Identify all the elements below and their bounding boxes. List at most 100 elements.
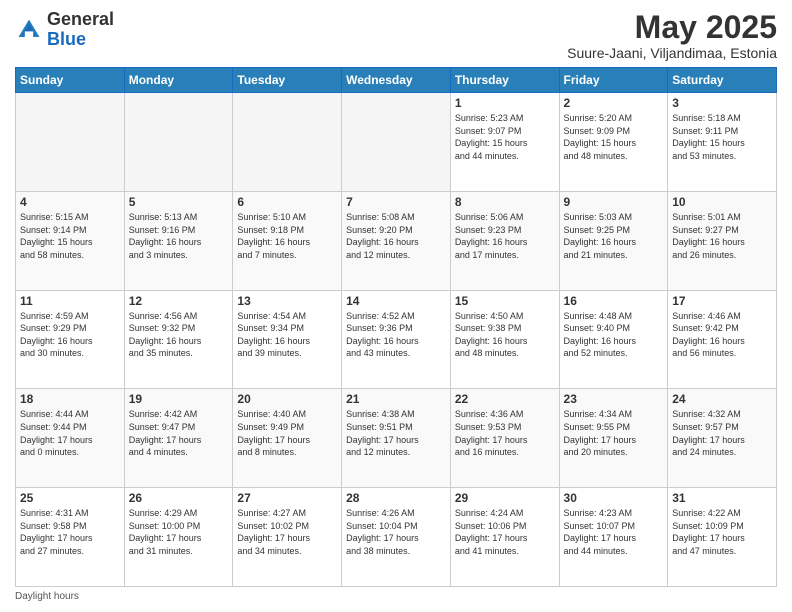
day-number: 5 <box>129 195 229 209</box>
calendar-day-cell: 3 Sunrise: 5:18 AM Sunset: 9:11 PM Daylig… <box>668 93 777 192</box>
calendar-day-cell <box>342 93 451 192</box>
day-info: Sunrise: 4:23 AM Sunset: 10:07 PM Daylig… <box>564 507 664 557</box>
day-number: 29 <box>455 491 555 505</box>
calendar-day-cell: 17 Sunrise: 4:46 AM Sunset: 9:42 PM Dayli… <box>668 290 777 389</box>
day-number: 22 <box>455 392 555 406</box>
day-number: 14 <box>346 294 446 308</box>
logo-icon <box>15 16 43 44</box>
day-number: 4 <box>20 195 120 209</box>
calendar-day-header: Wednesday <box>342 68 451 93</box>
day-number: 17 <box>672 294 772 308</box>
day-number: 20 <box>237 392 337 406</box>
day-number: 1 <box>455 96 555 110</box>
calendar-week-row: 1 Sunrise: 5:23 AM Sunset: 9:07 PM Daylig… <box>16 93 777 192</box>
day-info: Sunrise: 5:15 AM Sunset: 9:14 PM Dayligh… <box>20 211 120 261</box>
calendar-day-cell: 14Sunrise: 4:52 AM Sunset: 9:36 PM Dayli… <box>342 290 451 389</box>
day-info: Sunrise: 5:01 AM Sunset: 9:27 PM Dayligh… <box>672 211 772 261</box>
day-number: 31 <box>672 491 772 505</box>
day-info: Sunrise: 4:50 AM Sunset: 9:38 PM Dayligh… <box>455 310 555 360</box>
day-info: Sunrise: 4:22 AM Sunset: 10:09 PM Daylig… <box>672 507 772 557</box>
subtitle: Suure-Jaani, Viljandimaa, Estonia <box>567 45 777 61</box>
day-number: 16 <box>564 294 664 308</box>
day-info: Sunrise: 5:03 AM Sunset: 9:25 PM Dayligh… <box>564 211 664 261</box>
day-number: 13 <box>237 294 337 308</box>
calendar-day-cell: 4 Sunrise: 5:15 AM Sunset: 9:14 PM Daylig… <box>16 191 125 290</box>
calendar-day-cell <box>233 93 342 192</box>
day-number: 15 <box>455 294 555 308</box>
logo: General Blue <box>15 10 114 50</box>
calendar-day-cell: 20Sunrise: 4:40 AM Sunset: 9:49 PM Dayli… <box>233 389 342 488</box>
day-info: Sunrise: 4:38 AM Sunset: 9:51 PM Dayligh… <box>346 408 446 458</box>
calendar-day-cell: 18 Sunrise: 4:44 AM Sunset: 9:44 PM Dayli… <box>16 389 125 488</box>
day-number: 9 <box>564 195 664 209</box>
day-info: Sunrise: 4:54 AM Sunset: 9:34 PM Dayligh… <box>237 310 337 360</box>
day-info: Sunrise: 4:26 AM Sunset: 10:04 PM Daylig… <box>346 507 446 557</box>
header: General Blue May 2025 Suure-Jaani, Vilja… <box>15 10 777 61</box>
calendar-day-cell: 9 Sunrise: 5:03 AM Sunset: 9:25 PM Daylig… <box>559 191 668 290</box>
day-info: Sunrise: 4:44 AM Sunset: 9:44 PM Dayligh… <box>20 408 120 458</box>
month-title: May 2025 <box>567 10 777 45</box>
day-info: Sunrise: 4:59 AM Sunset: 9:29 PM Dayligh… <box>20 310 120 360</box>
calendar-day-cell: 1 Sunrise: 5:23 AM Sunset: 9:07 PM Daylig… <box>450 93 559 192</box>
day-number: 18 <box>20 392 120 406</box>
calendar-day-cell: 30 Sunrise: 4:23 AM Sunset: 10:07 PM Dayl… <box>559 488 668 587</box>
calendar-day-cell: 5Sunrise: 5:13 AM Sunset: 9:16 PM Daylig… <box>124 191 233 290</box>
calendar-day-cell: 25 Sunrise: 4:31 AM Sunset: 9:58 PM Dayli… <box>16 488 125 587</box>
day-info: Sunrise: 4:34 AM Sunset: 9:55 PM Dayligh… <box>564 408 664 458</box>
logo-text: General Blue <box>47 10 114 50</box>
day-info: Sunrise: 4:31 AM Sunset: 9:58 PM Dayligh… <box>20 507 120 557</box>
day-number: 3 <box>672 96 772 110</box>
calendar-day-cell: 15 Sunrise: 4:50 AM Sunset: 9:38 PM Dayli… <box>450 290 559 389</box>
calendar-week-row: 4 Sunrise: 5:15 AM Sunset: 9:14 PM Daylig… <box>16 191 777 290</box>
footer-note: Daylight hours <box>15 591 777 602</box>
day-info: Sunrise: 4:42 AM Sunset: 9:47 PM Dayligh… <box>129 408 229 458</box>
day-info: Sunrise: 4:24 AM Sunset: 10:06 PM Daylig… <box>455 507 555 557</box>
day-number: 7 <box>346 195 446 209</box>
calendar-day-header: Saturday <box>668 68 777 93</box>
day-info: Sunrise: 5:23 AM Sunset: 9:07 PM Dayligh… <box>455 112 555 162</box>
day-info: Sunrise: 4:56 AM Sunset: 9:32 PM Dayligh… <box>129 310 229 360</box>
day-info: Sunrise: 5:10 AM Sunset: 9:18 PM Dayligh… <box>237 211 337 261</box>
day-info: Sunrise: 5:06 AM Sunset: 9:23 PM Dayligh… <box>455 211 555 261</box>
day-info: Sunrise: 4:48 AM Sunset: 9:40 PM Dayligh… <box>564 310 664 360</box>
calendar-day-cell: 29 Sunrise: 4:24 AM Sunset: 10:06 PM Dayl… <box>450 488 559 587</box>
day-number: 25 <box>20 491 120 505</box>
calendar-day-header: Tuesday <box>233 68 342 93</box>
day-number: 24 <box>672 392 772 406</box>
calendar-week-row: 25 Sunrise: 4:31 AM Sunset: 9:58 PM Dayli… <box>16 488 777 587</box>
page: General Blue May 2025 Suure-Jaani, Vilja… <box>0 0 792 612</box>
day-number: 12 <box>129 294 229 308</box>
day-number: 26 <box>129 491 229 505</box>
day-number: 11 <box>20 294 120 308</box>
calendar-day-header: Thursday <box>450 68 559 93</box>
day-info: Sunrise: 5:08 AM Sunset: 9:20 PM Dayligh… <box>346 211 446 261</box>
calendar-day-cell: 16 Sunrise: 4:48 AM Sunset: 9:40 PM Dayli… <box>559 290 668 389</box>
day-info: Sunrise: 5:18 AM Sunset: 9:11 PM Dayligh… <box>672 112 772 162</box>
calendar-day-header: Monday <box>124 68 233 93</box>
day-info: Sunrise: 5:20 AM Sunset: 9:09 PM Dayligh… <box>564 112 664 162</box>
day-info: Sunrise: 4:36 AM Sunset: 9:53 PM Dayligh… <box>455 408 555 458</box>
day-number: 28 <box>346 491 446 505</box>
calendar-day-cell: 2Sunrise: 5:20 AM Sunset: 9:09 PM Daylig… <box>559 93 668 192</box>
calendar-table: SundayMondayTuesdayWednesdayThursdayFrid… <box>15 67 777 587</box>
calendar-day-cell: 7 Sunrise: 5:08 AM Sunset: 9:20 PM Daylig… <box>342 191 451 290</box>
calendar-day-cell: 19 Sunrise: 4:42 AM Sunset: 9:47 PM Dayli… <box>124 389 233 488</box>
calendar-day-header: Friday <box>559 68 668 93</box>
calendar-day-cell: 26Sunrise: 4:29 AM Sunset: 10:00 PM Dayl… <box>124 488 233 587</box>
calendar-header-row: SundayMondayTuesdayWednesdayThursdayFrid… <box>16 68 777 93</box>
calendar-day-cell: 31 Sunrise: 4:22 AM Sunset: 10:09 PM Dayl… <box>668 488 777 587</box>
calendar-day-cell: 12 Sunrise: 4:56 AM Sunset: 9:32 PM Dayli… <box>124 290 233 389</box>
calendar-week-row: 11 Sunrise: 4:59 AM Sunset: 9:29 PM Dayli… <box>16 290 777 389</box>
calendar-day-cell: 8Sunrise: 5:06 AM Sunset: 9:23 PM Daylig… <box>450 191 559 290</box>
day-info: Sunrise: 4:46 AM Sunset: 9:42 PM Dayligh… <box>672 310 772 360</box>
day-info: Sunrise: 4:32 AM Sunset: 9:57 PM Dayligh… <box>672 408 772 458</box>
day-number: 30 <box>564 491 664 505</box>
calendar-day-cell: 11 Sunrise: 4:59 AM Sunset: 9:29 PM Dayli… <box>16 290 125 389</box>
calendar-day-cell <box>16 93 125 192</box>
day-number: 27 <box>237 491 337 505</box>
calendar-day-cell <box>124 93 233 192</box>
day-number: 6 <box>237 195 337 209</box>
day-number: 10 <box>672 195 772 209</box>
calendar-day-cell: 27Sunrise: 4:27 AM Sunset: 10:02 PM Dayl… <box>233 488 342 587</box>
day-number: 19 <box>129 392 229 406</box>
